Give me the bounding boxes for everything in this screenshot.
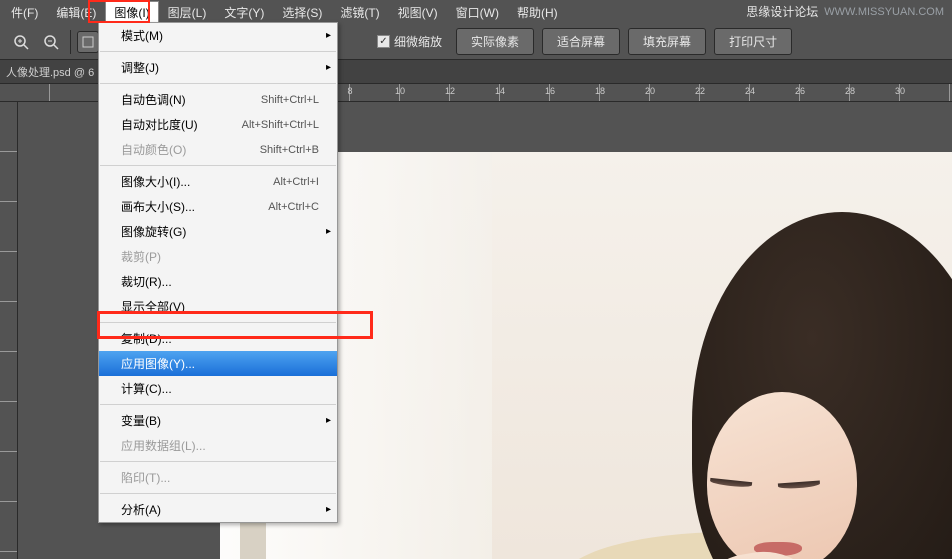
resize-windows-button[interactable]	[77, 31, 99, 53]
photo-person	[582, 242, 952, 559]
menu-separator	[100, 322, 336, 323]
ruler-tick: 16	[545, 86, 555, 96]
menu-item-3[interactable]: 图层(L)	[159, 1, 216, 24]
menu-item[interactable]: 自动对比度(U) Alt+Shift+Ctrl+L	[99, 112, 337, 137]
vertical-ruler	[0, 102, 18, 559]
menu-item: 陷印(T)...	[99, 465, 337, 490]
menu-item-shortcut: Shift+Ctrl+L	[261, 94, 319, 106]
menu-item[interactable]: 应用图像(Y)...	[99, 351, 337, 376]
menu-item[interactable]: 计算(C)...	[99, 376, 337, 401]
menu-item[interactable]: 调整(J)	[99, 55, 337, 80]
menu-separator	[100, 83, 336, 84]
fill-screen-button[interactable]: 填充屏幕	[628, 28, 706, 55]
ruler-tick: 24	[745, 86, 755, 96]
menu-item-shortcut: Alt+Ctrl+I	[273, 176, 319, 188]
ruler-tick: 26	[795, 86, 805, 96]
checkbox-checked-icon: ✓	[377, 35, 390, 48]
zoom-out-icon[interactable]	[40, 31, 62, 53]
menu-item-label: 分析(A)	[121, 501, 161, 518]
ruler-tick: 22	[695, 86, 705, 96]
fit-screen-button[interactable]: 适合屏幕	[542, 28, 620, 55]
watermark-sub: WWW.MISSYUAN.COM	[824, 6, 944, 18]
menu-item-label: 裁切(R)...	[121, 273, 172, 290]
ruler-tick: 30	[895, 86, 905, 96]
ruler-tick: 8	[347, 86, 352, 96]
menu-item-5[interactable]: 选择(S)	[273, 1, 331, 24]
menu-item-label: 复制(D)...	[121, 330, 172, 347]
menu-item-label: 自动颜色(O)	[121, 141, 186, 158]
menu-item: 裁剪(P)	[99, 244, 337, 269]
menu-item[interactable]: 自动色调(N) Shift+Ctrl+L	[99, 87, 337, 112]
menu-item-label: 自动色调(N)	[121, 91, 186, 108]
menu-item-0[interactable]: 件(F)	[2, 1, 47, 24]
menu-item-label: 计算(C)...	[121, 380, 172, 397]
menu-item[interactable]: 变量(B)	[99, 408, 337, 433]
ruler-tick: 28	[845, 86, 855, 96]
menu-separator	[100, 461, 336, 462]
menu-item[interactable]: 分析(A)	[99, 497, 337, 522]
print-size-button[interactable]: 打印尺寸	[714, 28, 792, 55]
menu-item-label: 显示全部(V)	[121, 298, 185, 315]
menu-item[interactable]: 图像大小(I)... Alt+Ctrl+I	[99, 169, 337, 194]
ruler-tick: 10	[395, 86, 405, 96]
menu-item[interactable]: 画布大小(S)... Alt+Ctrl+C	[99, 194, 337, 219]
menu-separator	[100, 404, 336, 405]
menu-item-label: 陷印(T)...	[121, 469, 170, 486]
menu-item-label: 图像旋转(G)	[121, 223, 186, 240]
ruler-tick: 18	[595, 86, 605, 96]
menu-item-9[interactable]: 帮助(H)	[508, 1, 567, 24]
menu-separator	[100, 493, 336, 494]
ruler-tick: 14	[495, 86, 505, 96]
zoom-in-icon[interactable]	[10, 31, 32, 53]
actual-pixels-button[interactable]: 实际像素	[456, 28, 534, 55]
menu-item-label: 变量(B)	[121, 412, 161, 429]
menu-item-label: 图像大小(I)...	[121, 173, 190, 190]
menu-separator	[100, 51, 336, 52]
menu-item[interactable]: 裁切(R)...	[99, 269, 337, 294]
menu-item: 应用数据组(L)...	[99, 433, 337, 458]
menu-item-shortcut: Shift+Ctrl+B	[260, 144, 319, 156]
separator	[70, 30, 71, 54]
image-menu-dropdown: 模式(M) 调整(J) 自动色调(N) Shift+Ctrl+L 自动对比度(U) Alt…	[98, 22, 338, 523]
menu-item-label: 裁剪(P)	[121, 248, 161, 265]
menu-item-7[interactable]: 视图(V)	[389, 1, 447, 24]
menu-item-6[interactable]: 滤镜(T)	[331, 1, 388, 24]
ruler-tick: 12	[445, 86, 455, 96]
menu-item-label: 自动对比度(U)	[121, 116, 198, 133]
menu-item[interactable]: 图像旋转(G)	[99, 219, 337, 244]
watermark: 思缘设计论坛 WWW.MISSYUAN.COM	[746, 3, 944, 20]
menu-separator	[100, 165, 336, 166]
menu-item-8[interactable]: 窗口(W)	[447, 1, 508, 24]
menu-item-label: 应用图像(Y)...	[121, 355, 195, 372]
menu-item-label: 模式(M)	[121, 27, 163, 44]
menu-item[interactable]: 显示全部(V)	[99, 294, 337, 319]
scrubby-zoom-checkbox[interactable]: ✓ 细微缩放	[377, 33, 442, 50]
menu-item[interactable]: 复制(D)...	[99, 326, 337, 351]
menu-item-2[interactable]: 图像(I)	[105, 1, 158, 23]
watermark-main: 思缘设计论坛	[746, 3, 818, 20]
menu-item[interactable]: 模式(M)	[99, 23, 337, 48]
menu-item-1[interactable]: 编辑(E)	[47, 1, 105, 24]
menu-item-label: 画布大小(S)...	[121, 198, 195, 215]
menu-item-4[interactable]: 文字(Y)	[215, 1, 273, 24]
checkbox-label: 细微缩放	[394, 33, 442, 50]
ruler-tick: 20	[645, 86, 655, 96]
menu-item-label: 应用数据组(L)...	[121, 437, 206, 454]
menu-item: 自动颜色(O) Shift+Ctrl+B	[99, 137, 337, 162]
menu-item-label: 调整(J)	[121, 59, 159, 76]
document-tab-label: 人像处理.psd @ 6	[6, 64, 94, 80]
menu-item-shortcut: Alt+Shift+Ctrl+L	[242, 119, 319, 131]
menu-item-shortcut: Alt+Ctrl+C	[268, 201, 319, 213]
